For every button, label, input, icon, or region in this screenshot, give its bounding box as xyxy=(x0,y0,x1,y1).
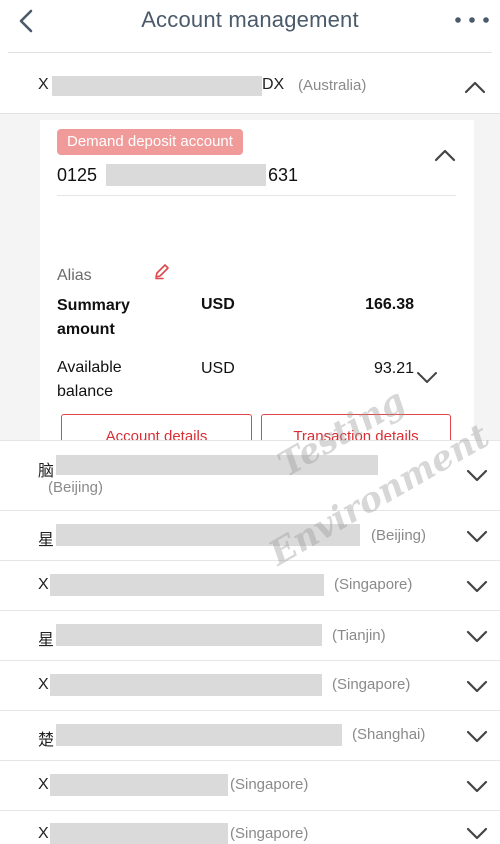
masked-account-name xyxy=(56,455,378,475)
masked-account-number xyxy=(106,164,266,186)
account-number-prefix: 0125 xyxy=(57,165,98,185)
page-title: Account management xyxy=(141,7,359,32)
available-balance-value: 93.21 xyxy=(373,360,414,377)
masked-account-name xyxy=(50,574,324,596)
summary-currency: USD xyxy=(201,296,235,313)
account-row[interactable]: X (Singapore) xyxy=(0,760,500,810)
chevron-down-icon[interactable] xyxy=(466,630,488,644)
header-divider xyxy=(8,52,492,53)
account-city: (Singapore) xyxy=(230,825,309,842)
account-card: Demand deposit account 0125 631 Alias Su… xyxy=(40,120,474,466)
edit-pencil-icon[interactable] xyxy=(153,262,171,280)
account-name: X xyxy=(38,825,49,842)
chevron-down-icon[interactable] xyxy=(466,530,488,544)
account-city: (Singapore) xyxy=(334,576,413,593)
chevron-down-icon[interactable] xyxy=(466,680,488,694)
account-city: (Australia) xyxy=(298,77,367,94)
masked-account-name xyxy=(50,774,228,796)
account-row[interactable]: 楚 (Shanghai) xyxy=(0,710,500,760)
masked-account-name xyxy=(56,624,322,646)
account-city: (Tianjin) xyxy=(332,627,386,644)
account-row[interactable]: 星 (Beijing) xyxy=(0,510,500,560)
account-name: 脑 xyxy=(38,463,55,480)
account-city: (Singapore) xyxy=(230,776,309,793)
account-group-header[interactable]: X DX (Australia) xyxy=(0,56,500,114)
more-dots-icon[interactable] xyxy=(454,12,490,28)
card-divider xyxy=(57,195,456,196)
summary-amount-label: Summary amount xyxy=(57,297,130,338)
account-name: 星 xyxy=(38,532,55,549)
top-bar: Account management xyxy=(0,0,500,50)
summary-amount-value: 166.38 xyxy=(365,296,414,313)
chevron-up-icon[interactable] xyxy=(434,148,456,162)
chevron-down-icon[interactable] xyxy=(466,730,488,744)
account-type-badge: Demand deposit account xyxy=(57,129,243,155)
masked-account-name xyxy=(56,724,342,746)
chevron-down-icon[interactable] xyxy=(466,580,488,594)
expanded-account-section: X DX (Australia) Demand deposit account … xyxy=(0,56,500,466)
account-name-suffix: DX xyxy=(262,76,285,93)
account-name: X xyxy=(38,676,49,693)
masked-account-name xyxy=(50,674,322,696)
account-row[interactable]: X (Singapore) xyxy=(0,560,500,610)
masked-account-name xyxy=(52,76,262,96)
account-city: (Beijing) xyxy=(371,527,427,544)
chevron-down-icon[interactable] xyxy=(466,469,488,483)
account-name: 楚 xyxy=(38,732,55,749)
chevron-down-icon[interactable] xyxy=(416,371,438,385)
account-city: (Shanghai) xyxy=(352,726,426,743)
masked-account-name xyxy=(56,524,360,546)
alias-label: Alias xyxy=(57,267,92,284)
account-name: X xyxy=(38,776,49,793)
account-row[interactable]: X (Singapore) xyxy=(0,660,500,710)
masked-account-name xyxy=(50,823,228,844)
account-name: 星 xyxy=(38,632,55,649)
account-row[interactable]: X (Singapore) xyxy=(0,810,500,844)
available-balance-label: Available balance xyxy=(57,359,122,400)
chevron-down-icon[interactable] xyxy=(466,827,488,841)
available-currency: USD xyxy=(201,360,235,377)
account-city: (Beijing) xyxy=(48,479,104,496)
account-number-suffix: 631 xyxy=(268,165,299,185)
account-city: (Singapore) xyxy=(332,676,411,693)
account-name-prefix: X xyxy=(38,76,49,93)
account-row[interactable]: 星 (Tianjin) xyxy=(0,610,500,660)
chevron-down-icon[interactable] xyxy=(466,780,488,794)
account-row[interactable]: 脑 (Beijing) xyxy=(0,440,500,510)
account-name: X xyxy=(38,576,49,593)
chevron-up-icon[interactable] xyxy=(464,80,486,94)
